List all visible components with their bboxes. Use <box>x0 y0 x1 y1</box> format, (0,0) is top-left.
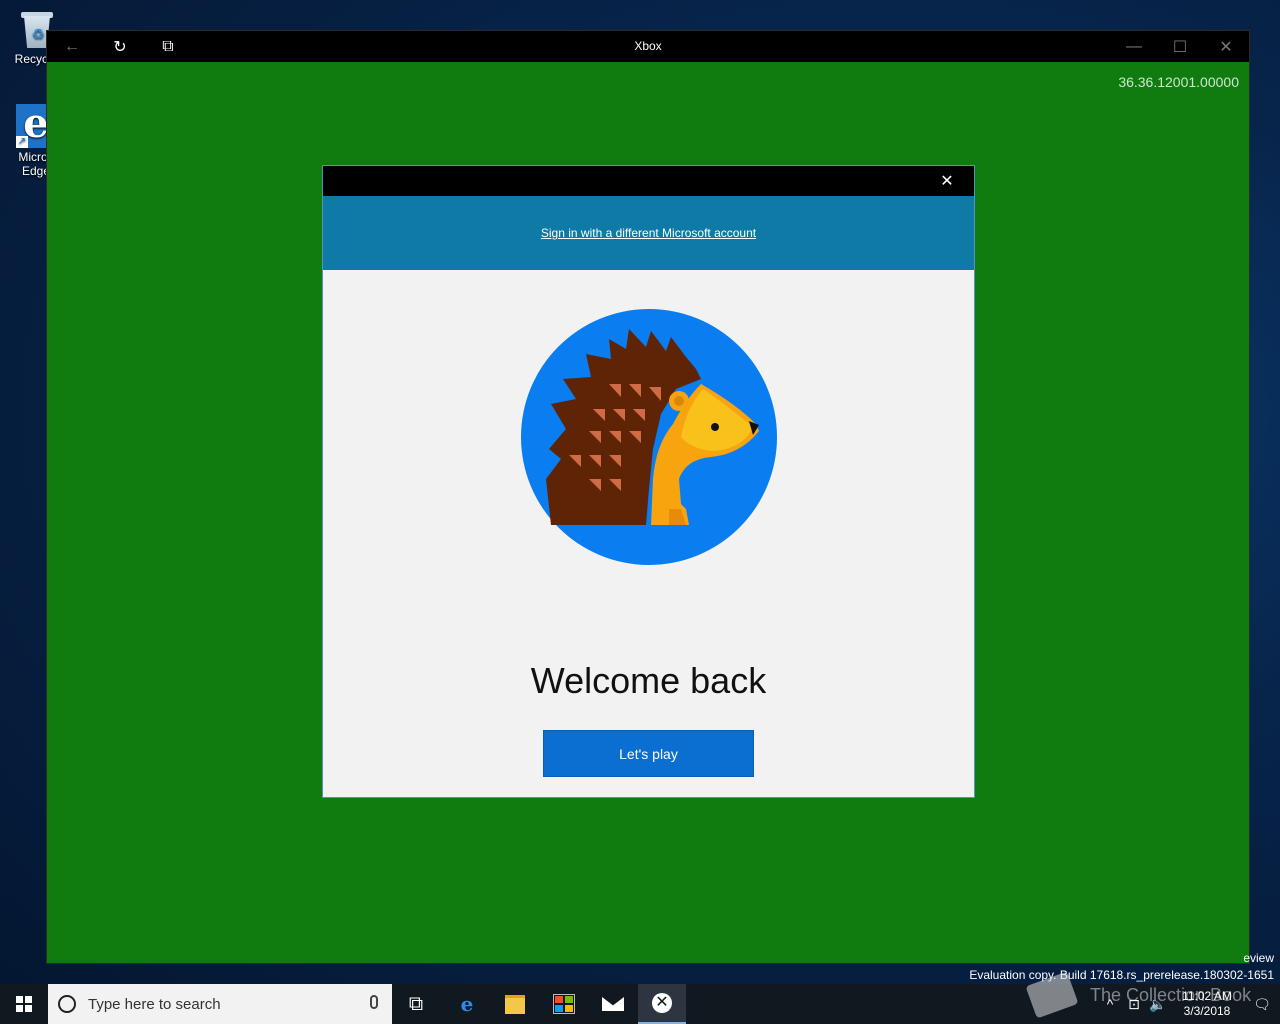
dialog-close-button[interactable]: ✕ <box>928 166 966 196</box>
search-input[interactable] <box>86 994 350 1014</box>
taskbar-app-edge[interactable]: e <box>443 984 491 1024</box>
system-tray: ^ ⊡ 🔈 11:02 AM 3/3/2018 🗨 <box>1098 984 1280 1024</box>
switch-account-link[interactable]: Sign in with a different Microsoft accou… <box>541 226 756 240</box>
store-icon <box>553 994 575 1014</box>
welcome-heading: Welcome back <box>530 660 767 701</box>
xbox-icon <box>652 993 672 1013</box>
cortana-icon <box>58 995 76 1013</box>
dialog-banner: Sign in with a different Microsoft accou… <box>323 196 974 270</box>
taskbar-app-mail[interactable] <box>589 984 637 1024</box>
mail-icon <box>602 997 624 1011</box>
minimize-button[interactable]: — <box>1111 31 1157 62</box>
book-icon <box>1025 971 1079 1019</box>
clock[interactable]: 11:02 AM 3/3/2018 <box>1170 989 1244 1019</box>
microphone-icon[interactable] <box>370 995 378 1009</box>
notifications-icon[interactable]: 🗨 <box>1244 996 1280 1013</box>
task-view-button[interactable]: ⧉ <box>392 984 440 1024</box>
lets-play-button[interactable]: Let's play <box>543 730 754 777</box>
welcome-dialog: ✕ Sign in with a different Microsoft acc… <box>322 165 975 798</box>
clock-date: 3/3/2018 <box>1183 1004 1231 1018</box>
watermark-edition: eview <box>1243 951 1274 965</box>
window-title: Xbox <box>634 39 662 53</box>
network-icon[interactable]: ⊡ <box>1122 996 1146 1013</box>
edge-icon: e <box>460 992 474 1016</box>
taskbar: ⧉ e The Collection Book ^ ⊡ 🔈 11:02 AM 3… <box>0 971 1280 1024</box>
maximize-button[interactable]: ☐ <box>1157 31 1203 62</box>
show-hidden-icons-chevron-icon[interactable]: ^ <box>1098 996 1122 1012</box>
taskbar-app-store[interactable] <box>540 984 588 1024</box>
dialog-titlebar: ✕ <box>323 166 974 196</box>
taskbar-app-file-explorer[interactable] <box>491 984 539 1024</box>
start-button[interactable] <box>0 984 48 1024</box>
clock-time: 11:02 AM <box>1182 989 1232 1003</box>
volume-icon[interactable]: 🔈 <box>1146 996 1170 1013</box>
version-label: 36.36.12001.00000 <box>1118 74 1239 90</box>
task-view-icon: ⧉ <box>408 992 424 1015</box>
close-window-button[interactable]: ✕ <box>1203 31 1249 62</box>
folder-icon <box>505 994 525 1014</box>
windows-logo-icon <box>16 996 32 1012</box>
taskbar-app-xbox[interactable] <box>638 984 686 1024</box>
xbox-window: ← ↻ ⧉ Xbox — ☐ ✕ 36.36.12001.00000 ✕ Sig… <box>47 31 1249 963</box>
search-box[interactable] <box>48 984 392 1024</box>
hedgehog-avatar-icon <box>521 309 777 565</box>
window-titlebar[interactable]: ← ↻ ⧉ Xbox — ☐ ✕ <box>47 31 1249 62</box>
